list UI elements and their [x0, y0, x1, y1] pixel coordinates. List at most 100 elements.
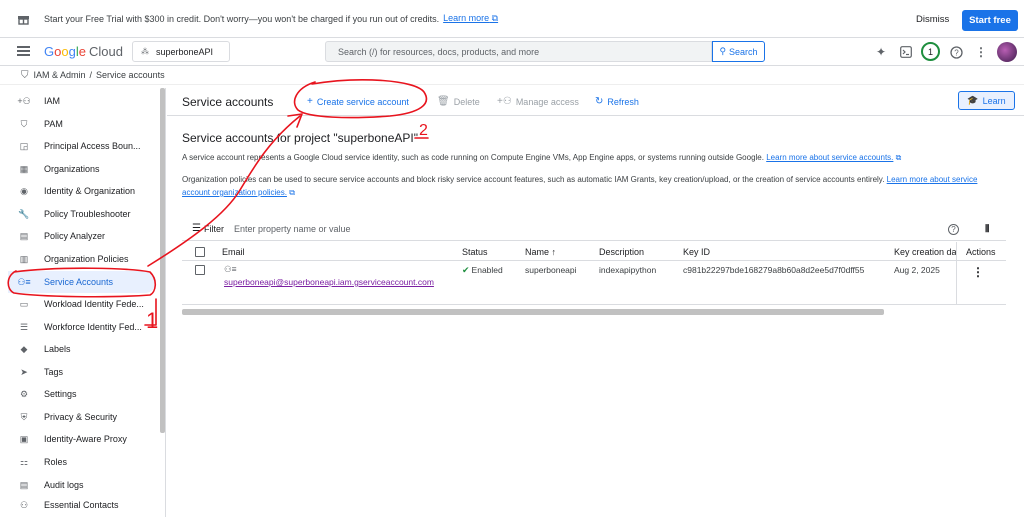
- column-header-key-creation[interactable]: Key creation da: [894, 247, 956, 257]
- column-display-icon[interactable]: ⦀: [985, 224, 989, 235]
- menu-icon[interactable]: [17, 46, 30, 56]
- column-header-key-id[interactable]: Key ID: [683, 247, 710, 257]
- row-actions-more-icon[interactable]: ⋮: [972, 265, 984, 279]
- audit-icon: ▤: [19, 479, 29, 490]
- filter-label: Filter: [203, 223, 224, 234]
- sidebar-item-service-accounts[interactable]: ⚇≡ Service Accounts: [8, 271, 156, 293]
- contacts-icon: ⚇: [19, 500, 29, 510]
- gift-icon: [16, 12, 30, 26]
- sidebar-item-organizations[interactable]: ▦ Organizations: [8, 158, 156, 180]
- breadcrumb: ⛉ IAM & Admin / Service accounts: [0, 66, 1024, 85]
- column-header-description[interactable]: Description: [599, 247, 644, 257]
- trash-icon: 🗑: [437, 96, 450, 107]
- service-account-icon: ⚇≡: [224, 264, 237, 274]
- dismiss-button[interactable]: Dismiss: [916, 14, 949, 25]
- learn-button[interactable]: 🎓 Learn: [958, 91, 1015, 110]
- row-name: superboneapi: [525, 265, 577, 275]
- google-cloud-logo[interactable]: Google Cloud: [44, 44, 123, 59]
- sidebar-item-iam[interactable]: +⚇ IAM: [8, 90, 156, 112]
- filter-icon: ☰: [192, 223, 201, 234]
- refresh-button[interactable]: ↻ Refresh: [595, 96, 639, 107]
- shield-icon: ⛉: [20, 118, 28, 129]
- gear-icon: ⚙: [19, 388, 29, 399]
- table-horizontal-scrollbar[interactable]: [182, 309, 884, 315]
- document-icon: ▥: [19, 253, 29, 264]
- sidebar-item-policy-analyzer[interactable]: ▤ Policy Analyzer: [8, 225, 156, 247]
- external-link-icon: ⧉: [289, 188, 295, 197]
- account-circle-icon: ◉: [20, 185, 28, 196]
- sidebar-item-settings[interactable]: ⚙ Settings: [8, 383, 156, 405]
- top-header: Google Cloud ⁂ superboneAPI Search (/) fo…: [0, 38, 1024, 66]
- column-header-status[interactable]: Status: [462, 247, 488, 257]
- more-vert-icon[interactable]: ⋮: [972, 43, 990, 61]
- organization-icon: ▦: [19, 163, 29, 174]
- sidebar-item-labels[interactable]: ◆ Labels: [8, 338, 156, 360]
- search-input[interactable]: Search (/) for resources, docs, products…: [325, 41, 712, 62]
- breadcrumb-section[interactable]: IAM & Admin: [34, 70, 86, 80]
- svg-text:?: ?: [954, 48, 959, 57]
- refresh-icon: ↻: [595, 96, 604, 107]
- create-service-account-button[interactable]: + Create service account: [307, 96, 409, 107]
- sidebar-item-essential-contacts[interactable]: ⚇ Essential Contacts: [8, 496, 156, 510]
- analyzer-icon: ▤: [19, 230, 29, 241]
- column-header-email[interactable]: Email: [222, 247, 245, 257]
- sidebar-item-audit-logs[interactable]: ▤ Audit logs: [8, 474, 156, 496]
- roles-icon: ⚏: [19, 456, 29, 467]
- sidebar-item-roles[interactable]: ⚏ Roles: [8, 451, 156, 473]
- avatar[interactable]: [997, 42, 1017, 62]
- sidebar-scrollbar[interactable]: [160, 88, 165, 433]
- table-header: Email Status Name ↑ Description Key ID K…: [182, 242, 1006, 261]
- sidebar-item-organization-policies[interactable]: ▥ Organization Policies: [8, 248, 156, 270]
- workload-icon: ▭: [19, 298, 29, 309]
- tag-icon: ➤: [20, 366, 28, 377]
- learn-more-service-accounts-link[interactable]: Learn more about service accounts.: [766, 153, 893, 162]
- start-free-button[interactable]: Start free: [962, 10, 1018, 31]
- main-heading: Service accounts for project "superboneA…: [182, 131, 418, 145]
- banner-learn-more-link[interactable]: Learn more ⧉: [443, 13, 498, 24]
- sidebar-item-pam[interactable]: ⛉ PAM: [8, 113, 156, 135]
- project-picker[interactable]: ⁂ superboneAPI: [132, 41, 230, 62]
- annotation-label-2: 2: [419, 122, 428, 139]
- manage-access-button[interactable]: +⚇ Manage access: [497, 96, 579, 107]
- sidebar-item-identity-organization[interactable]: ◉ Identity & Organization: [8, 180, 156, 202]
- sidebar-item-principal-access[interactable]: ◲ Principal Access Boun...: [8, 135, 156, 157]
- table-help-icon[interactable]: ?: [948, 224, 959, 235]
- table-row: ⚇≡ superboneapi@superboneapi.iam.gservic…: [182, 261, 1006, 305]
- cloud-shell-icon[interactable]: [897, 43, 915, 61]
- check-circle-icon: ✔: [462, 265, 470, 275]
- notifications-badge[interactable]: 1: [921, 42, 940, 61]
- row-key-id: c981b22297bde168279a8b60a8d2ee5d7f0dff55: [683, 265, 865, 275]
- help-icon[interactable]: ?: [947, 43, 965, 61]
- row-status: ✔ Enabled: [462, 265, 503, 275]
- sidebar-item-workload-identity[interactable]: ▭ Workload Identity Fede...: [8, 293, 156, 315]
- row-checkbox[interactable]: [195, 265, 205, 275]
- column-header-name[interactable]: Name ↑: [525, 247, 556, 257]
- label-icon: ◆: [20, 343, 28, 354]
- gemini-sparkle-icon[interactable]: ✦: [872, 43, 890, 61]
- delete-button[interactable]: 🗑 Delete: [437, 96, 480, 107]
- sidebar-item-privacy-security[interactable]: ⛨ Privacy & Security: [8, 406, 156, 428]
- school-icon: 🎓: [967, 95, 979, 105]
- filter-input[interactable]: Enter property name or value: [234, 224, 351, 234]
- select-all-checkbox[interactable]: [195, 247, 205, 257]
- page-toolbar: Service accounts + Create service account…: [167, 88, 1024, 116]
- sidebar-item-tags[interactable]: ➤ Tags: [8, 361, 156, 383]
- access-boundary-icon: ◲: [19, 140, 29, 151]
- project-icon: ⁂: [141, 47, 149, 56]
- project-name: superboneAPI: [156, 46, 214, 57]
- org-policy-paragraph: Organization policies can be used to sec…: [182, 175, 978, 197]
- search-button[interactable]: ⚲ Search: [712, 41, 765, 62]
- sidebar-item-policy-troubleshooter[interactable]: 🔧 Policy Troubleshooter: [8, 203, 156, 225]
- sidebar-item-workforce-identity[interactable]: ☰ Workforce Identity Fed...: [8, 316, 156, 338]
- external-link-icon: ⧉: [895, 153, 902, 162]
- privacy-shield-icon: ⛨: [20, 411, 28, 422]
- wrench-icon: 🔧: [18, 208, 30, 219]
- filter-bar[interactable]: ☰ Filter Enter property name or value: [182, 217, 1006, 241]
- add-person-icon: +⚇: [497, 96, 512, 107]
- add-person-icon: +⚇: [17, 95, 31, 106]
- sidebar: +⚇ IAM ⛉ PAM ◲ Principal Access Boun... ▦ Or…: [0, 88, 166, 517]
- sidebar-item-identity-aware-proxy[interactable]: ▣ Identity-Aware Proxy: [8, 428, 156, 450]
- page-title: Service accounts: [182, 95, 274, 109]
- plus-icon: +: [307, 96, 313, 107]
- row-email-link[interactable]: superboneapi@superboneapi.iam.gserviceac…: [224, 277, 434, 287]
